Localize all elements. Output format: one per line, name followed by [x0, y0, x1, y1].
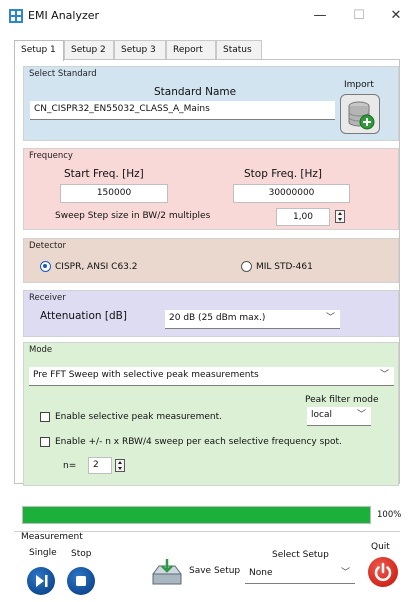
select-setup-label: Select Setup [272, 550, 329, 560]
milstd-radio[interactable] [241, 261, 252, 272]
enable-selective-label: Enable selective peak measurement. [55, 412, 222, 422]
quit-label: Quit [371, 542, 390, 552]
group-title: Mode [29, 345, 53, 355]
milstd-radio-label: MIL STD-461 [256, 262, 313, 272]
cispr-radio[interactable] [40, 261, 51, 272]
mode-dropdown[interactable]: Pre FFT Sweep with selective peak measur… [29, 367, 394, 386]
standard-name-input[interactable]: CN_CISPR32_EN55032_CLASS_A_Mains [30, 101, 335, 120]
group-title: Frequency [29, 151, 73, 161]
single-button[interactable] [27, 567, 55, 595]
single-label: Single [29, 548, 57, 558]
start-freq-label: Start Freq. [Hz] [64, 168, 144, 180]
stop-button[interactable] [67, 567, 95, 595]
import-label: Import [344, 80, 374, 90]
progress-fill [23, 507, 370, 523]
select-setup-dropdown[interactable]: None ﹀ [245, 565, 355, 584]
select-setup-value: None [249, 568, 273, 578]
enable-selective-checkbox[interactable] [40, 412, 50, 422]
attenuation-value: 20 dB (25 dBm max.) [169, 313, 266, 323]
sweep-step-label: Sweep Step size in BW/2 multiples [55, 211, 211, 221]
attenuation-dropdown[interactable]: 20 dB (25 dBm max.) ﹀ [165, 310, 340, 329]
close-button[interactable]: ✕ [387, 7, 405, 25]
peak-filter-label: Peak filter mode [305, 395, 379, 405]
title-bar: EMI Analyzer — ☐ ✕ [0, 0, 412, 32]
sweep-step-spinner[interactable] [335, 210, 345, 223]
save-disk-icon [152, 559, 182, 585]
attenuation-label: Attenuation [dB] [40, 310, 127, 322]
tab-setup-1[interactable]: Setup 1 [14, 40, 64, 61]
group-title: Select Standard [29, 69, 97, 79]
mode-value: Pre FFT Sweep with selective peak measur… [33, 370, 259, 380]
mode-group: Mode Pre FFT Sweep with selective peak m… [23, 342, 399, 486]
stop-freq-input[interactable]: 30000000 [233, 184, 350, 203]
standard-name-label: Standard Name [154, 86, 237, 98]
progress-bar [22, 506, 371, 524]
n-label: n= [63, 461, 77, 471]
chevron-down-icon: ﹀ [379, 370, 389, 380]
select-standard-group: Select Standard Standard Name CN_CISPR32… [23, 66, 399, 141]
window-title: EMI Analyzer [28, 9, 100, 22]
measurement-label: Measurement [21, 532, 83, 542]
save-setup-button[interactable] [149, 556, 185, 590]
enable-sweep-label: Enable +/- n x RBW/4 sweep per each sele… [55, 437, 342, 447]
minimize-button[interactable]: — [311, 7, 329, 25]
sweep-step-input[interactable]: 1,00 [276, 208, 330, 226]
tab-setup-2[interactable]: Setup 2 [64, 40, 114, 60]
stop-freq-label: Stop Freq. [Hz] [244, 168, 322, 180]
maximize-button[interactable]: ☐ [350, 7, 368, 25]
group-title: Detector [29, 241, 67, 251]
chevron-down-icon: ﹀ [325, 313, 335, 323]
n-spinner[interactable] [115, 459, 125, 472]
power-icon [374, 562, 392, 582]
n-input[interactable]: 2 [88, 457, 112, 474]
enable-sweep-checkbox[interactable] [40, 437, 50, 447]
quit-button[interactable] [368, 557, 398, 587]
tab-setup-3[interactable]: Setup 3 [114, 40, 166, 60]
cispr-radio-label: CISPR, ANSI C63.2 [55, 262, 138, 272]
start-freq-input[interactable]: 150000 [60, 184, 168, 203]
frequency-group: Frequency Start Freq. [Hz] 150000 Stop F… [23, 148, 399, 230]
import-button[interactable] [340, 94, 380, 134]
receiver-group: Receiver Attenuation [dB] 20 dB (25 dBm … [23, 290, 399, 337]
peak-filter-value: local [311, 410, 332, 420]
chevron-down-icon: ﹀ [356, 410, 366, 420]
tab-report[interactable]: Report [166, 40, 216, 60]
tab-status[interactable]: Status [216, 40, 262, 60]
app-icon [9, 9, 23, 23]
chevron-down-icon: ﹀ [340, 568, 350, 578]
play-step-icon [36, 575, 48, 587]
group-title: Receiver [29, 293, 66, 303]
peak-filter-dropdown[interactable]: local ﹀ [307, 407, 371, 426]
database-plus-icon [348, 101, 375, 130]
progress-percent: 100% [377, 510, 402, 520]
detector-group: Detector CISPR, ANSI C63.2 MIL STD-461 [23, 238, 399, 283]
stop-label: Stop [71, 549, 92, 559]
stop-icon [76, 576, 86, 586]
save-setup-label: Save Setup [189, 566, 241, 576]
